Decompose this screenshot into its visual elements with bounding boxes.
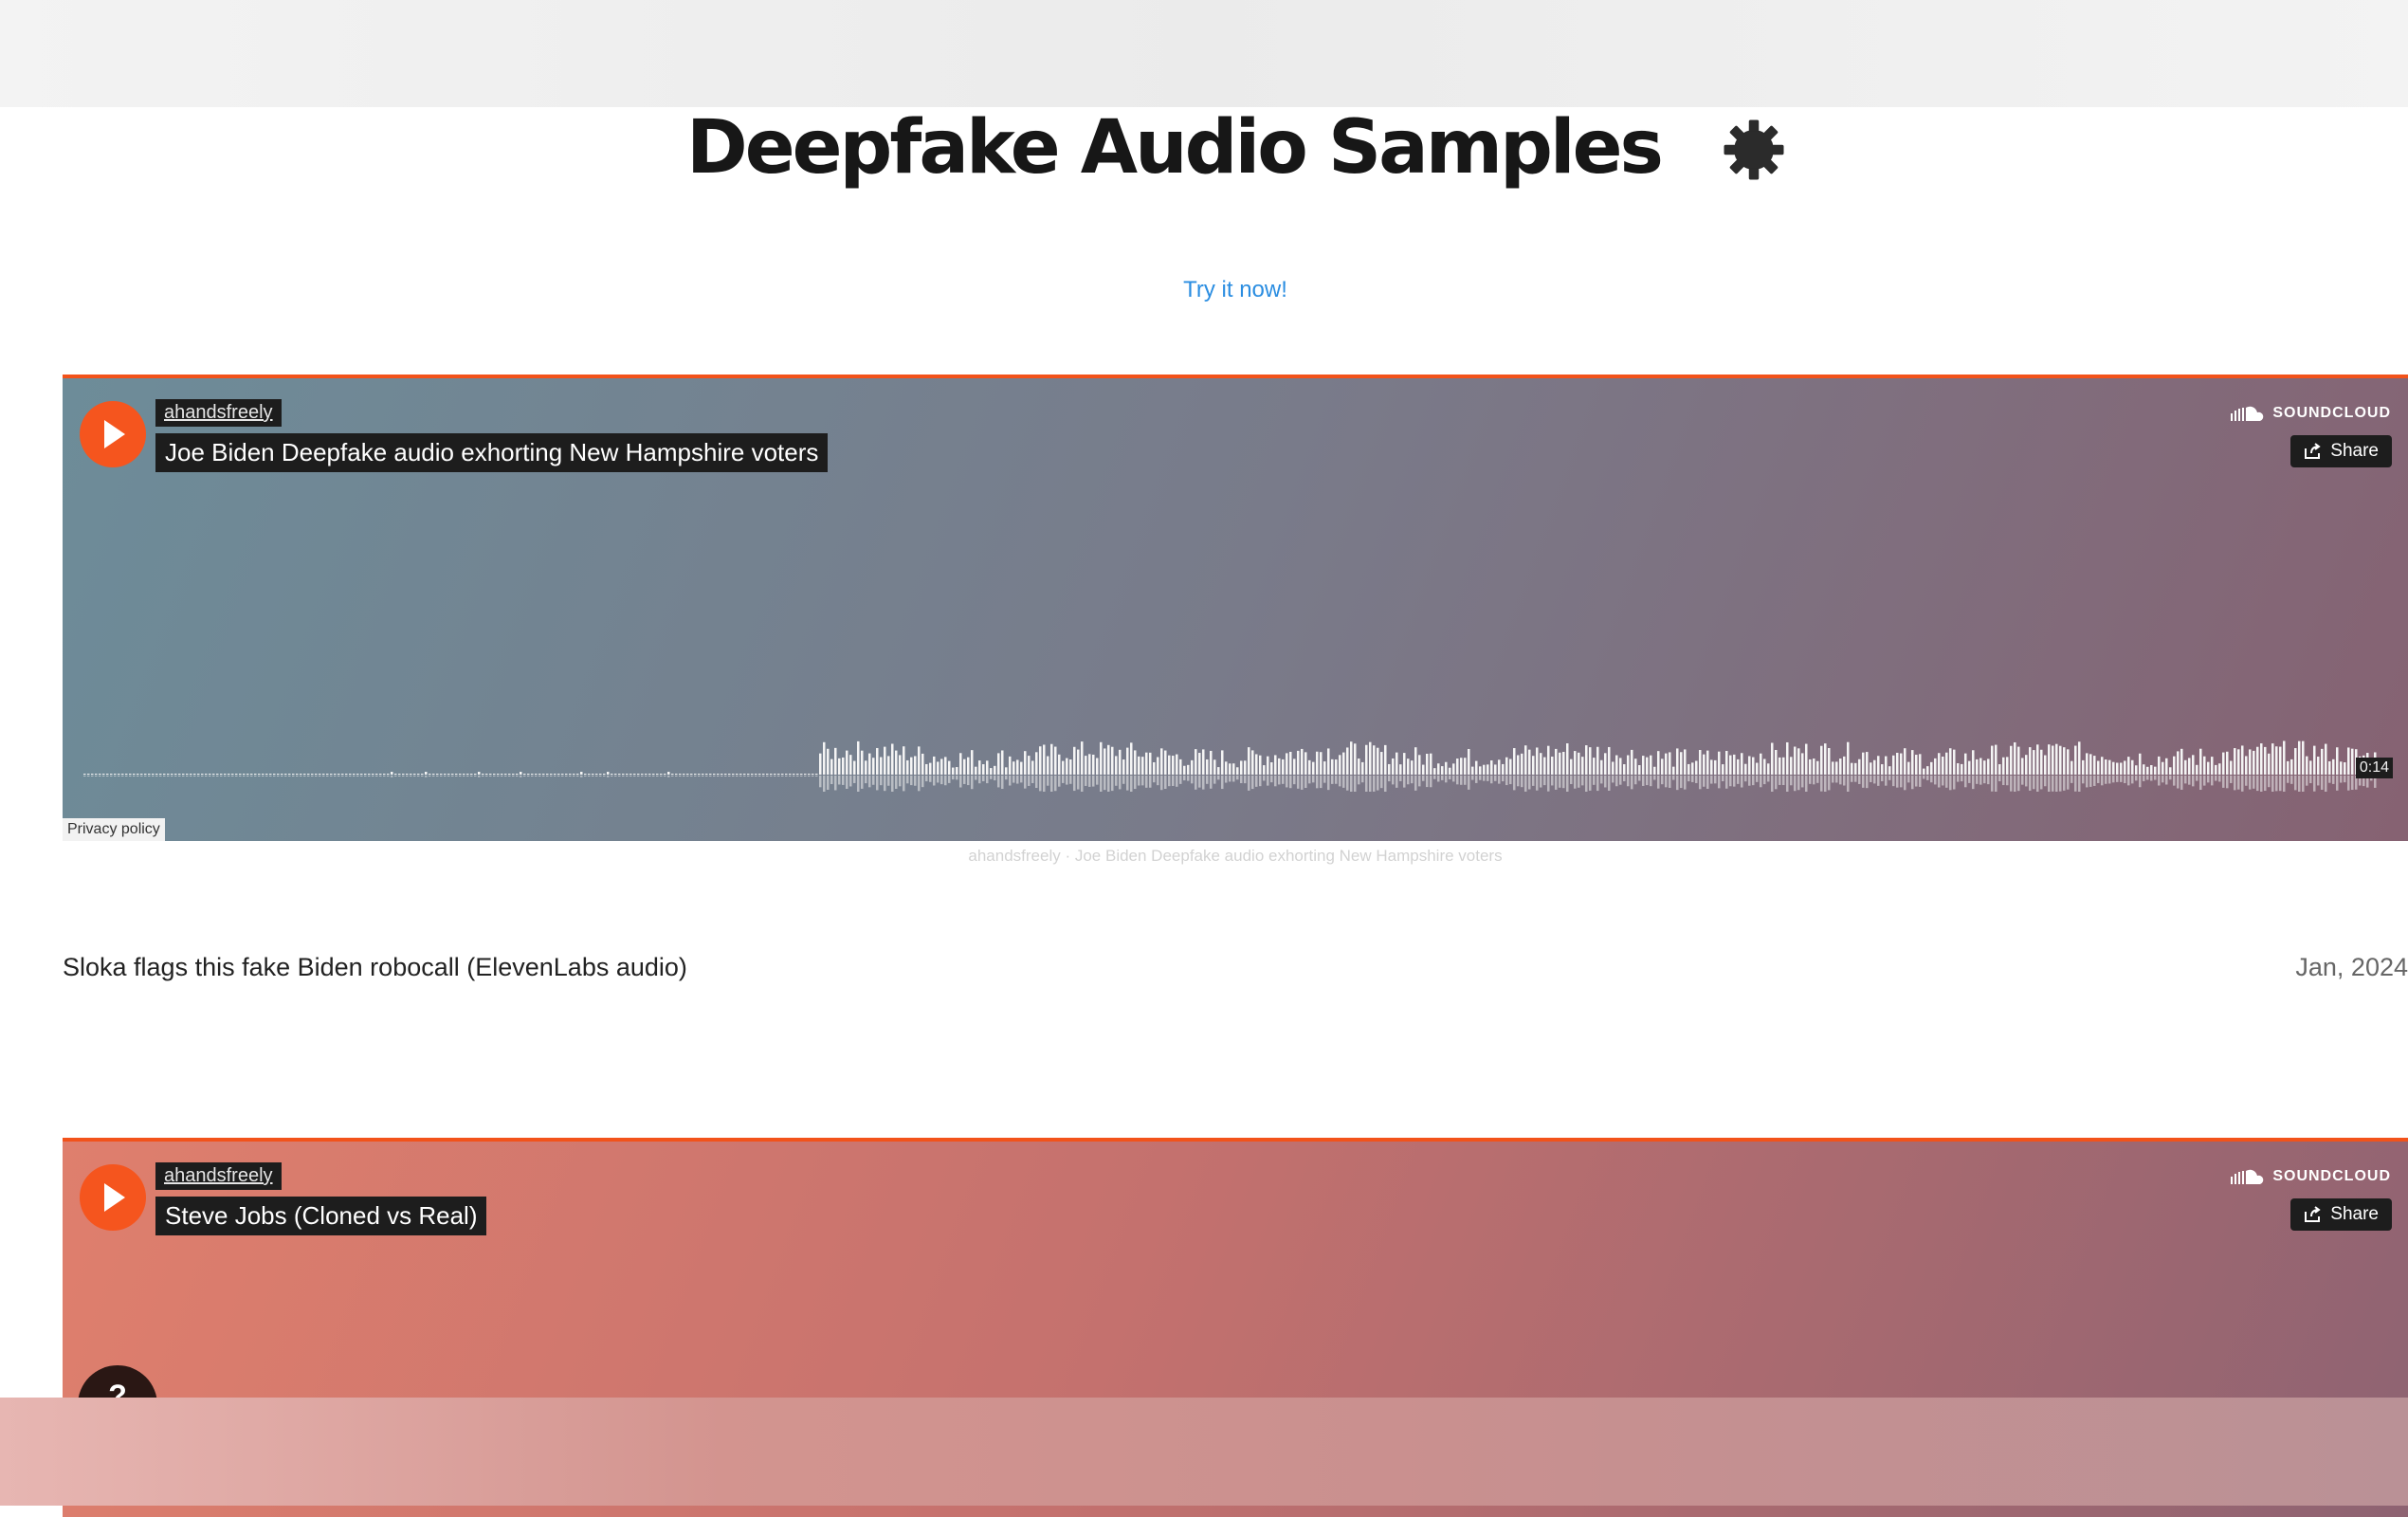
artist-link[interactable]: ahandsfreely [155,1162,282,1190]
sample-description: Sloka flags this fake Biden robocall (El… [63,953,687,981]
track-duration: 0:14 [2355,758,2393,778]
gear-icon[interactable] [1721,117,1787,183]
embed-caption: ahandsfreely · Joe Biden Deepfake audio … [968,847,1503,865]
share-icon [2305,443,2321,459]
try-it-now-link[interactable]: Try it now! [0,277,2408,303]
play-button[interactable] [80,401,146,467]
soundcloud-logo[interactable]: SOUNDCLOUD [2231,405,2391,422]
soundcloud-brand-label: SOUNDCLOUD [2272,1168,2391,1184]
browser-top-bar [0,0,2408,107]
share-label: Share [2330,1204,2379,1224]
share-label: Share [2330,441,2379,461]
play-icon [104,420,125,448]
soundcloud-logo[interactable]: SOUNDCLOUD [2231,1168,2391,1185]
page-title: Deepfake Audio Samples [686,105,1664,191]
play-button[interactable] [80,1164,146,1231]
artist-link[interactable]: ahandsfreely [155,399,282,427]
waveform[interactable] [83,731,2378,792]
soundcloud-icon [2231,406,2264,421]
privacy-policy-link[interactable]: Privacy policy [63,818,165,841]
bottom-fade-overlay [0,1398,2408,1506]
track-title[interactable]: Joe Biden Deepfake audio exhorting New H… [155,433,829,472]
share-button[interactable]: Share [2290,435,2392,467]
soundcloud-player-biden: ahandsfreely Joe Biden Deepfake audio ex… [63,375,2408,841]
track-title[interactable]: Steve Jobs (Cloned vs Real) [155,1197,487,1235]
play-icon [104,1183,125,1212]
share-icon [2305,1206,2321,1222]
sample-date: Jan, 2024 [2295,953,2408,981]
soundcloud-icon [2231,1169,2264,1184]
share-button[interactable]: Share [2290,1198,2392,1231]
soundcloud-brand-label: SOUNDCLOUD [2272,405,2391,421]
